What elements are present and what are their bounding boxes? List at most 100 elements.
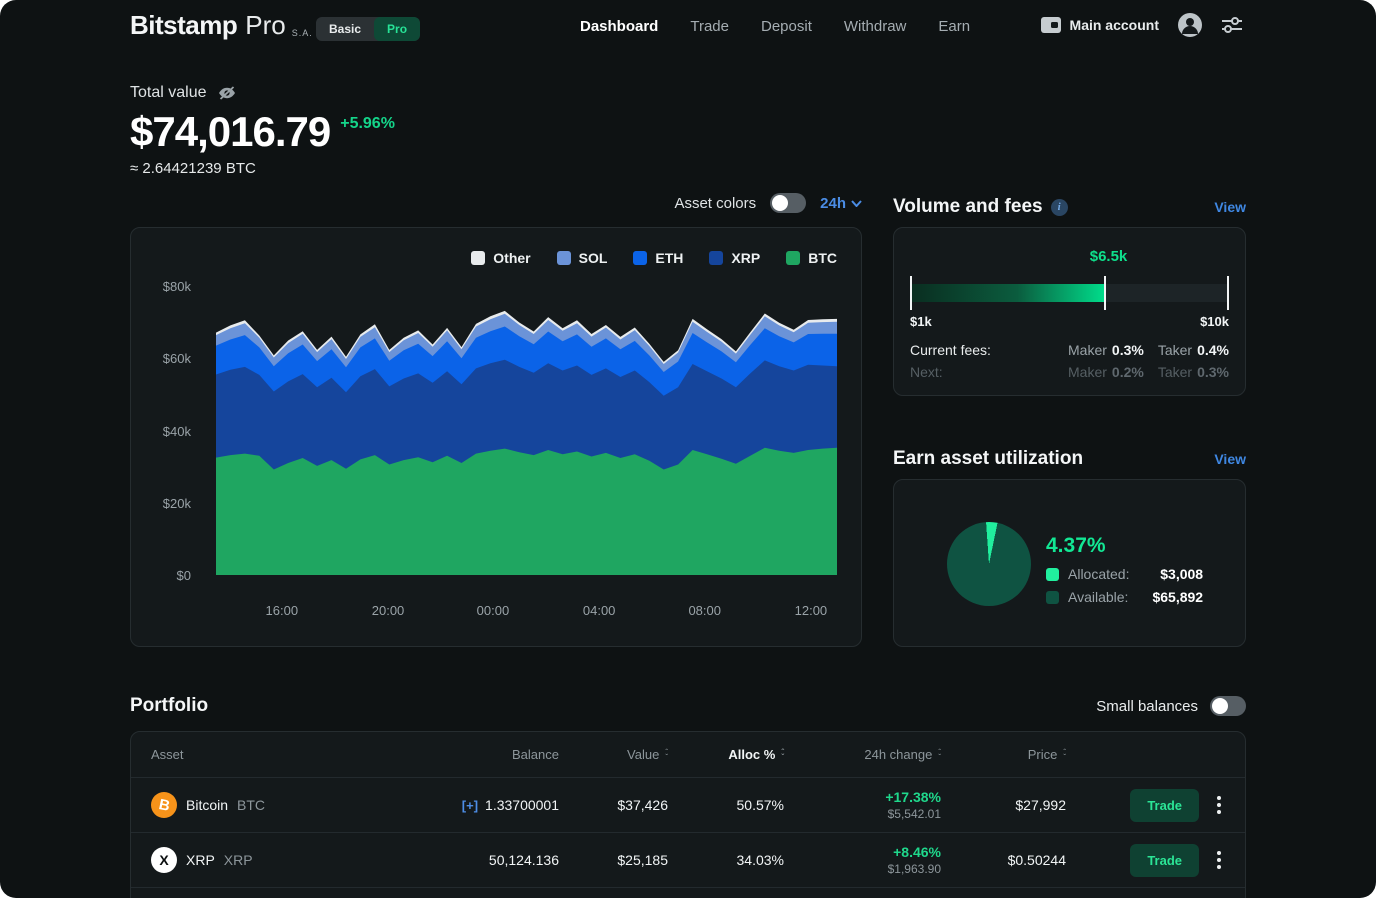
nav-withdraw[interactable]: Withdraw bbox=[844, 18, 907, 35]
trade-button[interactable]: Trade bbox=[1130, 788, 1199, 822]
volume-min-label: $1k bbox=[910, 314, 932, 329]
avatar-icon[interactable] bbox=[1177, 12, 1203, 38]
table-row-xrp[interactable]: X XRP XRP 50,124.136 $25,185 34.03% +8.4… bbox=[131, 833, 1245, 888]
column-price[interactable]: Price ˆ ˇ bbox=[941, 747, 1066, 762]
account-label: Main account bbox=[1069, 17, 1159, 33]
row-menu-icon[interactable] bbox=[1213, 847, 1225, 873]
volume-fees-view-link[interactable]: View bbox=[1214, 199, 1246, 215]
change-cell: +17.38% $5,542.01 bbox=[784, 789, 941, 821]
table-row-bitcoin[interactable]: B Bitcoin BTC [+] 1.33700001 $37,426 50.… bbox=[131, 778, 1245, 833]
wallet-icon bbox=[1040, 16, 1062, 34]
logo-pro-text: Pro bbox=[245, 10, 286, 40]
chart-plot-area[interactable] bbox=[216, 286, 837, 575]
asset-name: Bitcoin bbox=[186, 797, 229, 813]
trade-button[interactable]: Trade bbox=[1130, 843, 1199, 877]
total-value-section: Total value $74,016.79 +5.96% ≈ 2.644212… bbox=[130, 84, 395, 177]
x-axis-label: 12:00 bbox=[794, 603, 828, 618]
allocated-swatch bbox=[1046, 567, 1059, 581]
earn-percent: 4.37% bbox=[1046, 534, 1106, 557]
portfolio-title: Portfolio bbox=[130, 695, 209, 716]
asset-colors-toggle[interactable] bbox=[770, 193, 807, 213]
available-value: $65,892 bbox=[1152, 589, 1204, 605]
nav-dashboard[interactable]: Dashboard bbox=[580, 18, 658, 35]
legend-label: Other bbox=[493, 250, 531, 266]
next-maker-fee-value: 0.2% bbox=[1111, 364, 1144, 380]
current-fees-row: Current fees: Maker 0.3% Taker 0.4% bbox=[910, 342, 1229, 358]
value-cell: $25,185 bbox=[617, 852, 668, 868]
xrp-icon: X bbox=[151, 847, 177, 873]
main-nav: Dashboard Trade Deposit Withdraw Earn bbox=[580, 18, 970, 35]
sort-icon: ˆˇ bbox=[1063, 747, 1066, 762]
change-percent: +17.38% bbox=[885, 789, 941, 805]
pro-segment[interactable]: Pro bbox=[374, 17, 421, 41]
basic-segment[interactable]: Basic bbox=[316, 17, 374, 41]
table-row-partial bbox=[131, 888, 1245, 898]
time-range-dropdown[interactable]: 24h bbox=[820, 195, 862, 212]
available-swatch bbox=[1046, 590, 1059, 604]
asset-symbol: BTC bbox=[237, 797, 266, 813]
portfolio-table-header: Asset Balance Value ˆ ˇ Alloc % ˆ ˇ 24h chan… bbox=[131, 732, 1245, 778]
asset-name: XRP bbox=[186, 852, 215, 868]
legend-label: ETH bbox=[655, 250, 684, 266]
info-icon[interactable]: i bbox=[1050, 198, 1068, 216]
earn-utilization-header: Earn asset utilization View bbox=[893, 448, 1246, 470]
legend-item-sol[interactable]: SOL bbox=[556, 250, 608, 266]
legend-item-xrp[interactable]: XRP bbox=[709, 250, 760, 266]
value-cell: $37,426 bbox=[617, 797, 668, 813]
volume-max-tick bbox=[1227, 276, 1229, 310]
price-cell: $0.50244 bbox=[1007, 852, 1066, 868]
volume-min-tick bbox=[910, 276, 912, 310]
row-menu-icon[interactable] bbox=[1213, 792, 1225, 818]
basic-pro-toggle[interactable]: Basic Pro bbox=[316, 17, 421, 41]
earn-utilization-title: Earn asset utilization bbox=[893, 448, 1084, 469]
chart-y-axis: $80k $60k $40k $20k $0 bbox=[131, 228, 191, 646]
legend-label: SOL bbox=[578, 250, 608, 266]
deposit-shortcut-icon[interactable]: [+] bbox=[462, 798, 478, 813]
allocated-value: $3,008 bbox=[1160, 566, 1204, 582]
legend-swatch bbox=[471, 251, 486, 265]
earn-pie-chart bbox=[947, 522, 1031, 606]
balance-value: 1.33700001 bbox=[485, 797, 559, 813]
taker-fee-value: 0.4% bbox=[1197, 342, 1229, 358]
next-fees-label: Next: bbox=[910, 364, 943, 380]
nav-earn[interactable]: Earn bbox=[938, 18, 970, 35]
y-axis-label: $20k bbox=[162, 495, 191, 511]
nav-trade[interactable]: Trade bbox=[690, 18, 729, 35]
btc-equivalent: ≈ 2.64421239 BTC bbox=[130, 160, 256, 177]
change-percent: +8.46% bbox=[893, 844, 941, 860]
chart-controls: Asset colors 24h bbox=[130, 193, 862, 213]
current-fees-label: Current fees: bbox=[910, 342, 991, 358]
small-balances-label: Small balances bbox=[1096, 697, 1198, 715]
column-alloc[interactable]: Alloc % ˆ ˇ bbox=[668, 747, 784, 762]
sliders-icon[interactable] bbox=[1221, 16, 1243, 34]
earn-view-link[interactable]: View bbox=[1214, 451, 1246, 467]
account-selector[interactable]: Main account bbox=[1040, 16, 1159, 34]
x-axis-label: 20:00 bbox=[371, 603, 405, 618]
eye-slash-icon[interactable] bbox=[217, 85, 237, 101]
total-value-amount: $74,016.79 bbox=[130, 108, 331, 155]
nav-deposit[interactable]: Deposit bbox=[761, 18, 812, 35]
column-asset[interactable]: Asset bbox=[151, 747, 431, 762]
portfolio-table: Asset Balance Value ˆ ˇ Alloc % ˆ ˇ 24h chan… bbox=[130, 731, 1246, 898]
volume-fees-title: Volume and fees bbox=[893, 196, 1043, 217]
available-label: Available: bbox=[1068, 589, 1129, 605]
balance-value: 50,124.136 bbox=[488, 852, 559, 868]
next-maker-label: Maker bbox=[1068, 364, 1107, 380]
x-axis-label: 00:00 bbox=[476, 603, 510, 618]
volume-current-label: $6.5k bbox=[1089, 248, 1128, 265]
column-value[interactable]: Value ˆ ˇ bbox=[559, 747, 668, 762]
bitcoin-icon: B bbox=[151, 792, 177, 818]
volume-fees-header: Volume and fees i View bbox=[893, 196, 1246, 218]
chevron-down-icon bbox=[851, 199, 862, 207]
earn-utilization-card: 4.37% Allocated: $3,008 Available: $65,8… bbox=[893, 479, 1246, 647]
legend-item-btc[interactable]: BTC bbox=[786, 250, 837, 266]
column-balance[interactable]: Balance bbox=[431, 747, 559, 762]
bitstamp-logo[interactable]: Bitstamp Pro S.A. bbox=[130, 10, 313, 41]
column-24h-change[interactable]: 24h change ˆ ˇ bbox=[784, 747, 941, 762]
legend-item-other[interactable]: Other bbox=[471, 250, 531, 266]
small-balances-toggle[interactable] bbox=[1210, 696, 1246, 716]
allocated-label: Allocated: bbox=[1068, 566, 1130, 582]
maker-label: Maker bbox=[1068, 342, 1107, 358]
right-column: Volume and fees i View $6.5k $1k $10k Cu… bbox=[893, 196, 1246, 647]
legend-item-eth[interactable]: ETH bbox=[633, 250, 683, 266]
